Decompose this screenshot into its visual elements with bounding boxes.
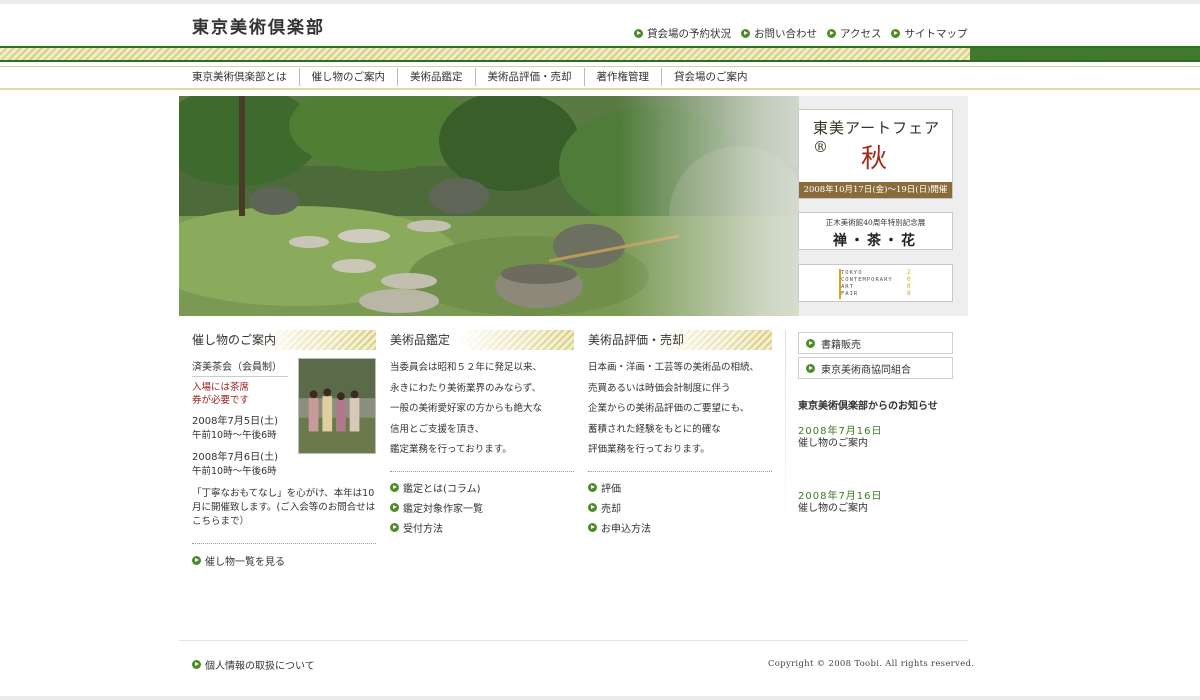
main-nav: 東京美術倶楽部とは 催し物のご案内 美術品鑑定 美術品評価・売却 著作権管理 貸… — [180, 68, 760, 86]
art-fair-banner[interactable]: 東美アートフェア® 秋 2008年10月17日(金)〜19日(日)開催 — [798, 109, 953, 199]
util-link-reservation[interactable]: 貸会場の予約状況 — [634, 26, 731, 41]
valuation-text-line: 日本画・洋画・工芸等の美術品の相続、 — [588, 362, 760, 373]
appraisal-link-reception[interactable]: 受付方法 — [378, 518, 574, 538]
valuation-body: 日本画・洋画・工芸等の美術品の相続、 売買あるいは時価会計制度に伴う 企業からの… — [576, 350, 772, 461]
appraisal-divider — [390, 470, 574, 472]
nav-item-appraisal[interactable]: 美術品鑑定 — [398, 68, 476, 86]
event-note: 「丁寧なおもてなし」を心がけ、本年は10月に開催致します。(ご入会等のお問合せは… — [192, 488, 376, 527]
events-heading: 催し物のご案内 — [180, 330, 376, 350]
valuation-text-line: 蓄積された経験をもとに的確な — [588, 423, 721, 435]
arrow-bullet-icon — [390, 523, 399, 532]
nav-item-about[interactable]: 東京美術倶楽部とは — [180, 68, 300, 86]
valuation-text-line: 売買あるいは時価会計制度に伴う — [588, 382, 731, 394]
events-divider — [192, 543, 376, 544]
nav-item-events[interactable]: 催し物のご案内 — [300, 68, 398, 86]
utility-nav: 貸会場の予約状況 お問い合わせ アクセス サイトマップ — [634, 26, 967, 41]
events-column: 催し物のご案内 済美茶会（会員制） 入場には茶席券が必要です 2008年7月5日… — [180, 330, 376, 570]
appraisal-column: 美術品鑑定 当委員会は昭和５２年に発足以来、 永きにわたり美術業界のみならず、 … — [378, 330, 574, 538]
dealers-union-button[interactable]: 東京美術商協同組合 — [798, 357, 953, 379]
footer-divider — [179, 640, 968, 641]
appraisal-link-artists[interactable]: 鑑定対象作家一覧 — [378, 498, 574, 518]
books-button[interactable]: 書籍販売 — [798, 332, 953, 354]
arrow-bullet-icon — [588, 503, 597, 512]
tea-ceremony-photo — [298, 358, 376, 454]
privacy-policy-link[interactable]: 個人情報の取扱について — [192, 657, 315, 672]
event-time-2: 午前10時〜午後6時 — [192, 466, 277, 477]
arrow-bullet-icon — [588, 523, 597, 532]
valuation-text-line: 企業からの美術品評価のご要望にも、 — [588, 403, 750, 414]
events-list-link[interactable]: 催し物一覧を見る — [180, 550, 376, 570]
util-link-access[interactable]: アクセス — [827, 26, 881, 41]
nav-item-valuation[interactable]: 美術品評価・売却 — [476, 68, 585, 86]
site-logo[interactable]: 東京美術倶楽部 — [192, 13, 325, 38]
arrow-bullet-icon — [891, 29, 901, 38]
nav-item-copyright[interactable]: 著作権管理 — [585, 68, 662, 86]
arrow-bullet-icon — [390, 503, 399, 512]
valuation-link-sell[interactable]: 売却 — [576, 498, 772, 518]
arrow-bullet-icon — [192, 555, 201, 565]
news-separator — [798, 451, 953, 483]
news-date: 2008年7月16日 — [798, 426, 883, 437]
arrow-bullet-icon — [192, 660, 201, 669]
event-title[interactable]: 済美茶会（会員制） — [192, 358, 288, 377]
news-item[interactable]: 催し物のご案内 — [798, 502, 953, 516]
appraisal-text-line: 永きにわたり美術業界のみならず、 — [390, 382, 542, 394]
appraisal-body: 当委員会は昭和５２年に発足以来、 永きにわたり美術業界のみならず、 一般の美術愛… — [378, 350, 574, 461]
valuation-column: 美術品評価・売却 日本画・洋画・工芸等の美術品の相続、 売買あるいは時価会計制度… — [576, 330, 772, 538]
appraisal-text-line: 当委員会は昭和５２年に発足以来、 — [390, 362, 543, 373]
valuation-heading: 美術品評価・売却 — [576, 330, 772, 350]
tcaf-banner[interactable]: TOKYO CONTEMPORARY ART FAIR 2008 — [798, 264, 953, 302]
arrow-bullet-icon — [390, 483, 399, 492]
valuation-link-apply[interactable]: お申込方法 — [576, 518, 772, 538]
arrow-bullet-icon — [588, 483, 597, 492]
arrow-bullet-icon — [634, 29, 643, 38]
decorative-band-accent — [970, 46, 1200, 62]
appraisal-link-column[interactable]: 鑑定とは(コラム) — [378, 478, 574, 498]
nav-item-venue[interactable]: 貸会場のご案内 — [662, 68, 760, 86]
news-item[interactable]: 催し物のご案内 — [798, 437, 953, 451]
util-link-contact[interactable]: お問い合わせ — [741, 26, 817, 41]
hero-area: 東美アートフェア® 秋 2008年10月17日(金)〜19日(日)開催 正木美術… — [179, 96, 968, 316]
appraisal-text-line: 信用とご支援を頂き、 — [390, 423, 485, 435]
valuation-divider — [588, 470, 772, 472]
sidebar-divider — [785, 330, 786, 540]
arrow-bullet-icon — [806, 338, 815, 348]
right-sidebar: 書籍販売 東京美術商協同組合 東京美術倶楽部からのお知らせ 2008年7月16日… — [798, 332, 953, 516]
arrow-bullet-icon — [741, 29, 750, 38]
event-notice: 入場には茶席券が必要です — [192, 382, 250, 406]
copyright: Copyright © 2008 Toobi. All rights reser… — [768, 659, 975, 669]
news-heading: 東京美術倶楽部からのお知らせ — [798, 401, 938, 412]
arrow-bullet-icon — [806, 363, 815, 373]
util-link-sitemap[interactable]: サイトマップ — [891, 26, 967, 41]
top-strip — [0, 0, 1200, 4]
news-date: 2008年7月16日 — [798, 491, 883, 502]
zen-exhibition-banner[interactable]: 正木美術館40周年特別記念展 禅・茶・花 — [798, 212, 953, 250]
bottom-strip — [0, 696, 1200, 700]
appraisal-text-line: 鑑定業務を行っております。 — [390, 444, 512, 455]
arrow-bullet-icon — [827, 29, 836, 38]
appraisal-text-line: 一般の美術愛好家の方からも絶大な — [390, 403, 543, 414]
appraisal-heading: 美術品鑑定 — [378, 330, 574, 350]
valuation-link-evaluate[interactable]: 評価 — [576, 478, 772, 498]
valuation-text-line: 評価業務を行っております。 — [588, 444, 710, 455]
